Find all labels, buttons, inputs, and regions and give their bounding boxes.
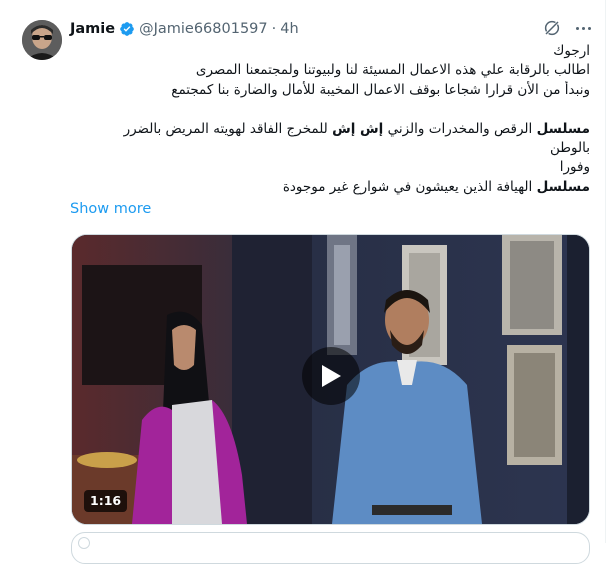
play-button[interactable] xyxy=(302,347,360,405)
bold-text: إش إش xyxy=(332,120,384,137)
tweet-line: اطالب بالرقابة علي هذه الاعمال المسيئة ل… xyxy=(195,62,590,79)
avatar[interactable] xyxy=(22,20,62,60)
author-handle[interactable]: @Jamie66801597 xyxy=(139,21,268,37)
plain-text: الرقص والمخدرات والزني xyxy=(383,120,537,137)
tweet-text: ارجوك اطالب بالرقابة علي هذه الاعمال الم… xyxy=(70,42,590,197)
tweet-line: وفورا xyxy=(559,159,590,176)
tweet-line: ارجوك xyxy=(553,43,590,59)
tweet-line: مسلسل الهيافة الذين يعيشون في شوارع غير … xyxy=(70,178,590,197)
tweet-line: ونبدأ من الأن قرارا شجاعا بوقف الاعمال ا… xyxy=(171,81,590,98)
author-name[interactable]: Jamie xyxy=(70,21,115,37)
plain-text: للمخرج الفاقد لهويته المريض بالضرر xyxy=(123,120,333,137)
tweet-card[interactable]: Jamie @Jamie66801597 · 4h ارجوك اطالب با… xyxy=(0,0,606,564)
video-duration: 1:16 xyxy=(84,490,128,512)
show-more-link[interactable]: Show more xyxy=(70,201,151,217)
more-options-icon[interactable] xyxy=(573,18,593,38)
verified-badge-icon xyxy=(120,22,134,36)
timestamp[interactable]: 4h xyxy=(280,21,298,37)
bold-text: مسلسل xyxy=(536,120,590,137)
separator: · xyxy=(271,21,277,37)
bold-text: مسلسل xyxy=(536,178,590,195)
quoted-card-preview[interactable] xyxy=(71,532,590,564)
tweet-line-empty xyxy=(70,100,590,119)
tweet-header: Jamie @Jamie66801597 · 4h xyxy=(70,18,299,40)
plain-text: الهيافة الذين يعيشون في شوارع غير موجودة xyxy=(282,178,537,195)
avatar-placeholder xyxy=(78,537,90,549)
play-icon xyxy=(322,365,341,387)
grok-icon[interactable] xyxy=(543,19,561,37)
tweet-line: مسلسل الرقص والمخدرات والزني إش إش للمخر… xyxy=(70,120,590,139)
video-player[interactable]: 1:16 xyxy=(71,234,590,525)
tweet-line: بالوطن xyxy=(550,139,590,156)
